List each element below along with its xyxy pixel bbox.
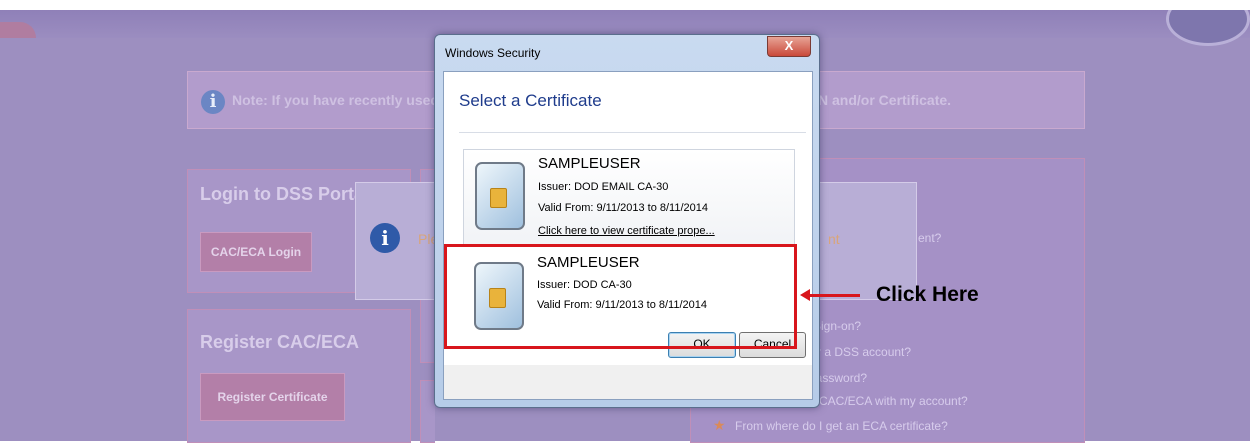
dialog-heading: Select a Certificate — [459, 91, 602, 110]
faq-item[interactable]: a CAC/ECA with my account? — [809, 394, 968, 408]
info-icon: i — [201, 90, 225, 114]
close-button[interactable]: X — [767, 36, 811, 57]
info-icon: i — [370, 223, 400, 253]
middle-lower-panel — [420, 380, 435, 443]
faq-item[interactable]: ent? — [918, 231, 941, 245]
highlight-box — [444, 244, 797, 349]
certificate-item[interactable]: SAMPLEUSER Issuer: DOD EMAIL CA-30 Valid… — [463, 149, 795, 247]
register-panel: Register CAC/ECA Register Certificate — [187, 309, 411, 443]
callout-arrow-line — [808, 294, 860, 297]
certificate-validity: Valid From: 9/11/2013 to 8/11/2014 — [538, 202, 709, 214]
dialog-footer — [443, 365, 813, 400]
register-certificate-button[interactable]: Register Certificate — [200, 373, 345, 421]
certificate-name: SAMPLEUSER — [538, 155, 641, 172]
note-text-left: Note: If you have recently used y — [232, 92, 451, 108]
cac-eca-login-button[interactable]: CAC/ECA Login — [200, 232, 312, 272]
dialog-title: Windows Security — [445, 46, 541, 60]
view-certificate-properties-link[interactable]: Click here to view certificate prope... — [538, 225, 715, 237]
certificate-issuer: Issuer: DOD EMAIL CA-30 — [538, 181, 669, 193]
click-here-label: Click Here — [876, 283, 979, 306]
faq-item[interactable]: for a DSS account? — [807, 345, 911, 359]
note-text-right: N and/or Certificate. — [818, 92, 952, 108]
arrow-left-icon — [800, 289, 810, 301]
register-panel-title: Register CAC/ECA — [200, 332, 360, 352]
faq-item[interactable]: From where do I get an ECA certificate? — [735, 419, 948, 433]
smart-card-icon — [475, 162, 525, 230]
agency-seal-icon — [1166, 10, 1250, 46]
star-icon: ★ — [713, 417, 726, 433]
login-panel-title: Login to DSS Portal — [200, 184, 369, 204]
chip-icon — [490, 188, 507, 208]
divider — [459, 132, 806, 133]
info-popup-text-right: nt — [828, 231, 840, 247]
